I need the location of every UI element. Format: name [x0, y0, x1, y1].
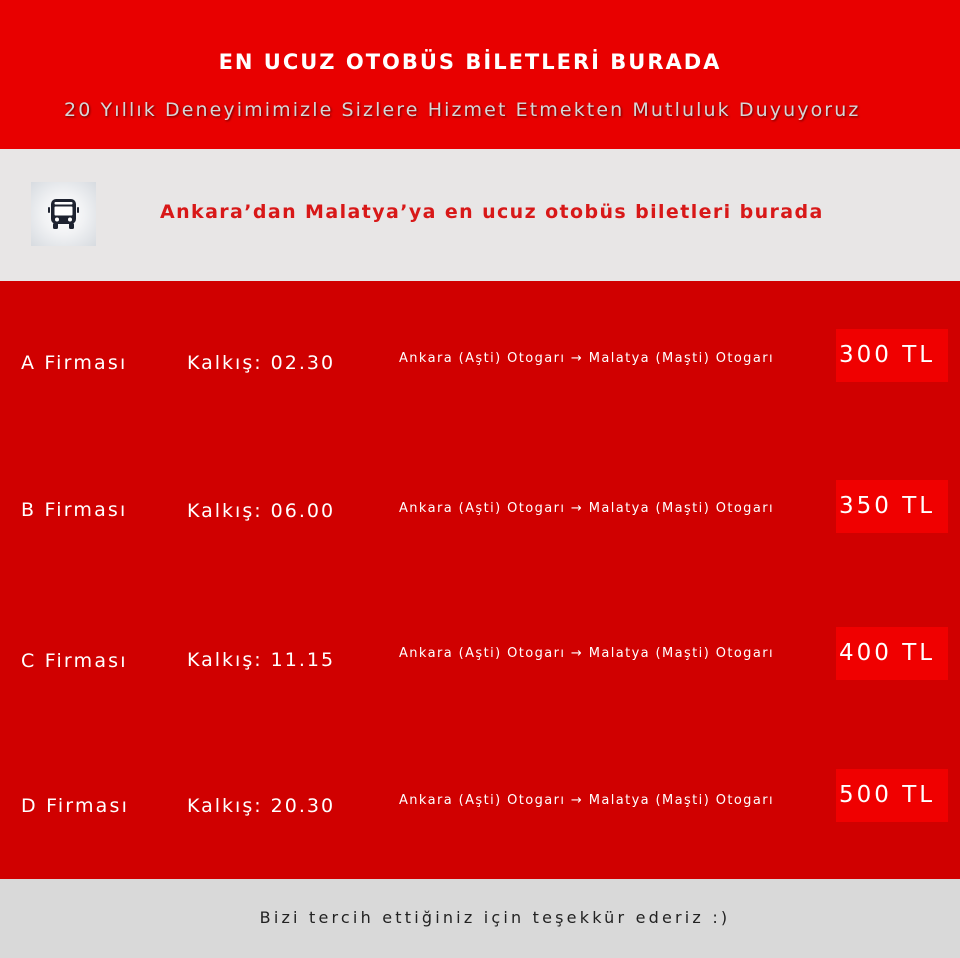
trip-row: C Firması Kalkış: 11.15 Ankara (Aşti) Ot… [0, 626, 960, 686]
page-title: EN UCUZ OTOBÜS BİLETLERİ BURADA [218, 50, 722, 74]
trip-row: D Firması Kalkış: 20.30 Ankara (Aşti) Ot… [0, 769, 960, 829]
departure-time: Kalkış: 06.00 [187, 500, 336, 522]
company-name: A Firması [21, 352, 128, 374]
page-footer: Bizi tercih ettiğiniz için teşekkür eder… [0, 879, 960, 958]
company-name: C Firması [21, 650, 128, 672]
page-header: EN UCUZ OTOBÜS BİLETLERİ BURADA 20 Yıllı… [0, 0, 960, 149]
footer-thanks: Bizi tercih ettiğiniz için teşekkür eder… [259, 908, 731, 927]
route-banner: Ankara’dan Malatya’ya en ucuz otobüs bil… [0, 149, 960, 281]
route-text: Ankara (Aşti) Otogarı → Malatya (Maşti) … [399, 646, 774, 661]
route-text: Ankara (Aşti) Otogarı → Malatya (Maşti) … [399, 501, 774, 516]
price-button[interactable]: 400 TL [836, 627, 948, 680]
price-button[interactable]: 350 TL [836, 480, 948, 533]
price-label: 300 TL [839, 342, 936, 368]
price-label: 350 TL [839, 493, 936, 519]
price-label: 500 TL [839, 782, 936, 808]
route-text: Ankara (Aşti) Otogarı → Malatya (Maşti) … [399, 351, 774, 366]
company-name: D Firması [21, 795, 130, 817]
departure-time: Kalkış: 11.15 [187, 649, 336, 671]
page-subtitle: 20 Yıllık Deneyimimizle Sizlere Hizmet E… [64, 99, 861, 121]
departure-time: Kalkış: 02.30 [187, 352, 336, 374]
price-button[interactable]: 500 TL [836, 769, 948, 822]
bus-icon [48, 199, 79, 229]
trip-row: B Firması Kalkış: 06.00 Ankara (Aşti) Ot… [0, 480, 960, 540]
route-text: Ankara (Aşti) Otogarı → Malatya (Maşti) … [399, 793, 774, 808]
trip-row: A Firması Kalkış: 02.30 Ankara (Aşti) Ot… [0, 329, 960, 389]
company-name: B Firması [21, 499, 128, 521]
price-label: 400 TL [839, 640, 936, 666]
bus-icon-tile [31, 182, 96, 246]
departure-time: Kalkış: 20.30 [187, 795, 336, 817]
route-heading: Ankara’dan Malatya’ya en ucuz otobüs bil… [160, 201, 824, 223]
price-button[interactable]: 300 TL [836, 329, 948, 382]
